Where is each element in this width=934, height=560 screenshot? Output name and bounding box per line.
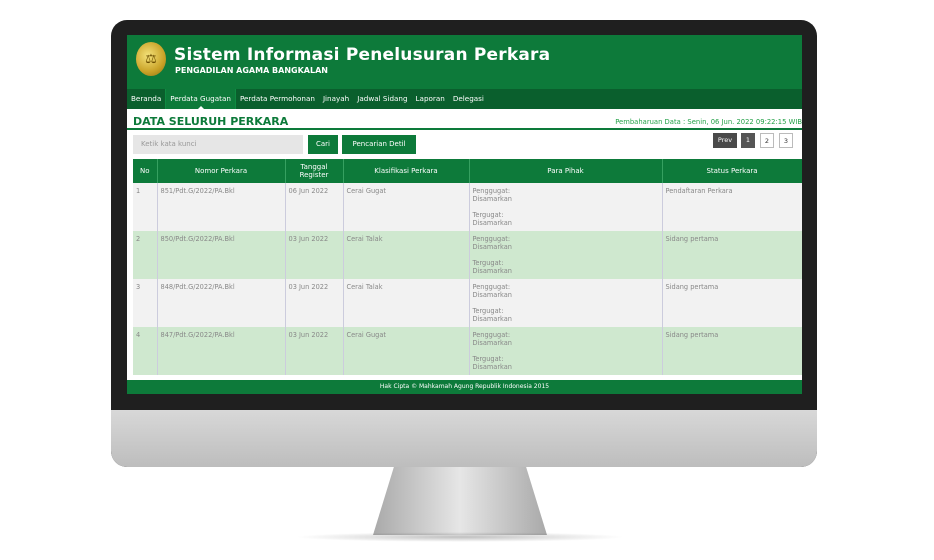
nav-perdata-gugatan[interactable]: Perdata Gugatan — [165, 89, 236, 109]
nav-jadwal-sidang[interactable]: Jadwal Sidang — [353, 89, 411, 109]
header-nomor[interactable]: Nomor Perkara — [157, 159, 286, 183]
penggugat-name: Disamarkan — [472, 291, 512, 299]
cell-tanggal: 03 Jun 2022 — [285, 279, 344, 327]
tergugat-label: Tergugat: — [472, 355, 504, 363]
tergugat-label: Tergugat: — [472, 307, 504, 315]
header-klasifikasi[interactable]: Klasifikasi Perkara — [343, 159, 470, 183]
app-title: Sistem Informasi Penelusuran Perkara — [174, 45, 551, 65]
nav-beranda[interactable]: Beranda — [127, 89, 165, 109]
cell-klasifikasi: Cerai Talak — [343, 231, 470, 279]
tergugat-name: Disamarkan — [472, 267, 512, 275]
main-nav: Beranda Perdata Gugatan Perdata Permohon… — [127, 89, 802, 109]
nav-delegasi[interactable]: Delegasi — [449, 89, 488, 109]
divider — [127, 128, 802, 130]
screen: ⚖ Sistem Informasi Penelusuran Perkara P… — [127, 35, 802, 394]
tergugat-name: Disamarkan — [472, 315, 512, 323]
cell-nomor[interactable]: 850/Pdt.G/2022/PA.Bkl — [157, 231, 286, 279]
nav-laporan[interactable]: Laporan — [412, 89, 449, 109]
penggugat-name: Disamarkan — [472, 243, 512, 251]
footer-copyright: Hak Cipta © Mahkamah Agung Republik Indo… — [127, 380, 802, 394]
penggugat-name: Disamarkan — [472, 195, 512, 203]
app-subtitle: PENGADILAN AGAMA BANGKALAN — [175, 66, 328, 75]
court-emblem-icon: ⚖ — [136, 42, 166, 76]
search-button[interactable]: Cari — [308, 135, 338, 154]
nav-jinayah[interactable]: Jinayah — [319, 89, 353, 109]
cell-klasifikasi: Cerai Talak — [343, 279, 470, 327]
table-row[interactable]: 2 850/Pdt.G/2022/PA.Bkl 03 Jun 2022 Cera… — [133, 231, 802, 279]
cell-status: Pendaftaran Perkara — [662, 183, 802, 231]
pagination-page-3[interactable]: 3 — [779, 133, 793, 148]
header-status[interactable]: Status Perkara — [662, 159, 802, 183]
table-row[interactable]: 1 851/Pdt.G/2022/PA.Bkl 06 Jun 2022 Cera… — [133, 183, 802, 231]
cell-para-pihak: Penggugat: Disamarkan Tergugat: Disamark… — [469, 327, 663, 375]
search-input[interactable]: Ketik kata kunci — [133, 135, 303, 154]
nav-perdata-permohonan[interactable]: Perdata Permohonan — [236, 89, 319, 109]
pagination-page-1[interactable]: 1 — [741, 133, 755, 148]
cell-nomor[interactable]: 851/Pdt.G/2022/PA.Bkl — [157, 183, 286, 231]
table-row[interactable]: 4 847/Pdt.G/2022/PA.Bkl 03 Jun 2022 Cera… — [133, 327, 802, 375]
pagination-prev[interactable]: Prev — [713, 133, 737, 148]
penggugat-label: Penggugat: — [472, 283, 511, 291]
cell-para-pihak: Penggugat: Disamarkan Tergugat: Disamark… — [469, 231, 663, 279]
monitor-chin — [111, 410, 817, 467]
table-row[interactable]: 3 848/Pdt.G/2022/PA.Bkl 03 Jun 2022 Cera… — [133, 279, 802, 327]
section-title: DATA SELURUH PERKARA — [133, 115, 289, 128]
cell-status: Sidang pertama — [662, 279, 802, 327]
penggugat-label: Penggugat: — [472, 187, 511, 195]
tergugat-name: Disamarkan — [472, 219, 512, 227]
cell-klasifikasi: Cerai Gugat — [343, 183, 470, 231]
cell-no: 3 — [133, 279, 158, 327]
header-para-pihak[interactable]: Para Pihak — [469, 159, 663, 183]
cell-nomor[interactable]: 848/Pdt.G/2022/PA.Bkl — [157, 279, 286, 327]
stand-shadow — [295, 532, 625, 542]
header-no[interactable]: No — [133, 159, 158, 183]
cell-status: Sidang pertama — [662, 231, 802, 279]
cell-no: 4 — [133, 327, 158, 375]
penggugat-name: Disamarkan — [472, 339, 512, 347]
monitor-stand — [373, 467, 547, 535]
cell-para-pihak: Penggugat: Disamarkan Tergugat: Disamark… — [469, 279, 663, 327]
pagination-page-2[interactable]: 2 — [760, 133, 774, 148]
cell-para-pihak: Penggugat: Disamarkan Tergugat: Disamark… — [469, 183, 663, 231]
tergugat-label: Tergugat: — [472, 211, 504, 219]
case-table: No Nomor Perkara Tanggal Register Klasif… — [133, 159, 802, 375]
cell-no: 1 — [133, 183, 158, 231]
penggugat-label: Penggugat: — [472, 331, 511, 339]
advanced-search-button[interactable]: Pencarian Detil — [342, 135, 416, 154]
app-header: ⚖ Sistem Informasi Penelusuran Perkara P… — [127, 35, 802, 89]
cell-no: 2 — [133, 231, 158, 279]
update-timestamp: Pembaharuan Data : Senin, 06 Jun. 2022 0… — [615, 118, 802, 126]
table-header-row: No Nomor Perkara Tanggal Register Klasif… — [133, 159, 802, 183]
header-tanggal[interactable]: Tanggal Register — [285, 159, 344, 183]
tergugat-name: Disamarkan — [472, 363, 512, 371]
cell-nomor[interactable]: 847/Pdt.G/2022/PA.Bkl — [157, 327, 286, 375]
cell-tanggal: 03 Jun 2022 — [285, 231, 344, 279]
cell-tanggal: 03 Jun 2022 — [285, 327, 344, 375]
cell-tanggal: 06 Jun 2022 — [285, 183, 344, 231]
cell-status: Sidang pertama — [662, 327, 802, 375]
tergugat-label: Tergugat: — [472, 259, 504, 267]
penggugat-label: Penggugat: — [472, 235, 511, 243]
cell-klasifikasi: Cerai Gugat — [343, 327, 470, 375]
